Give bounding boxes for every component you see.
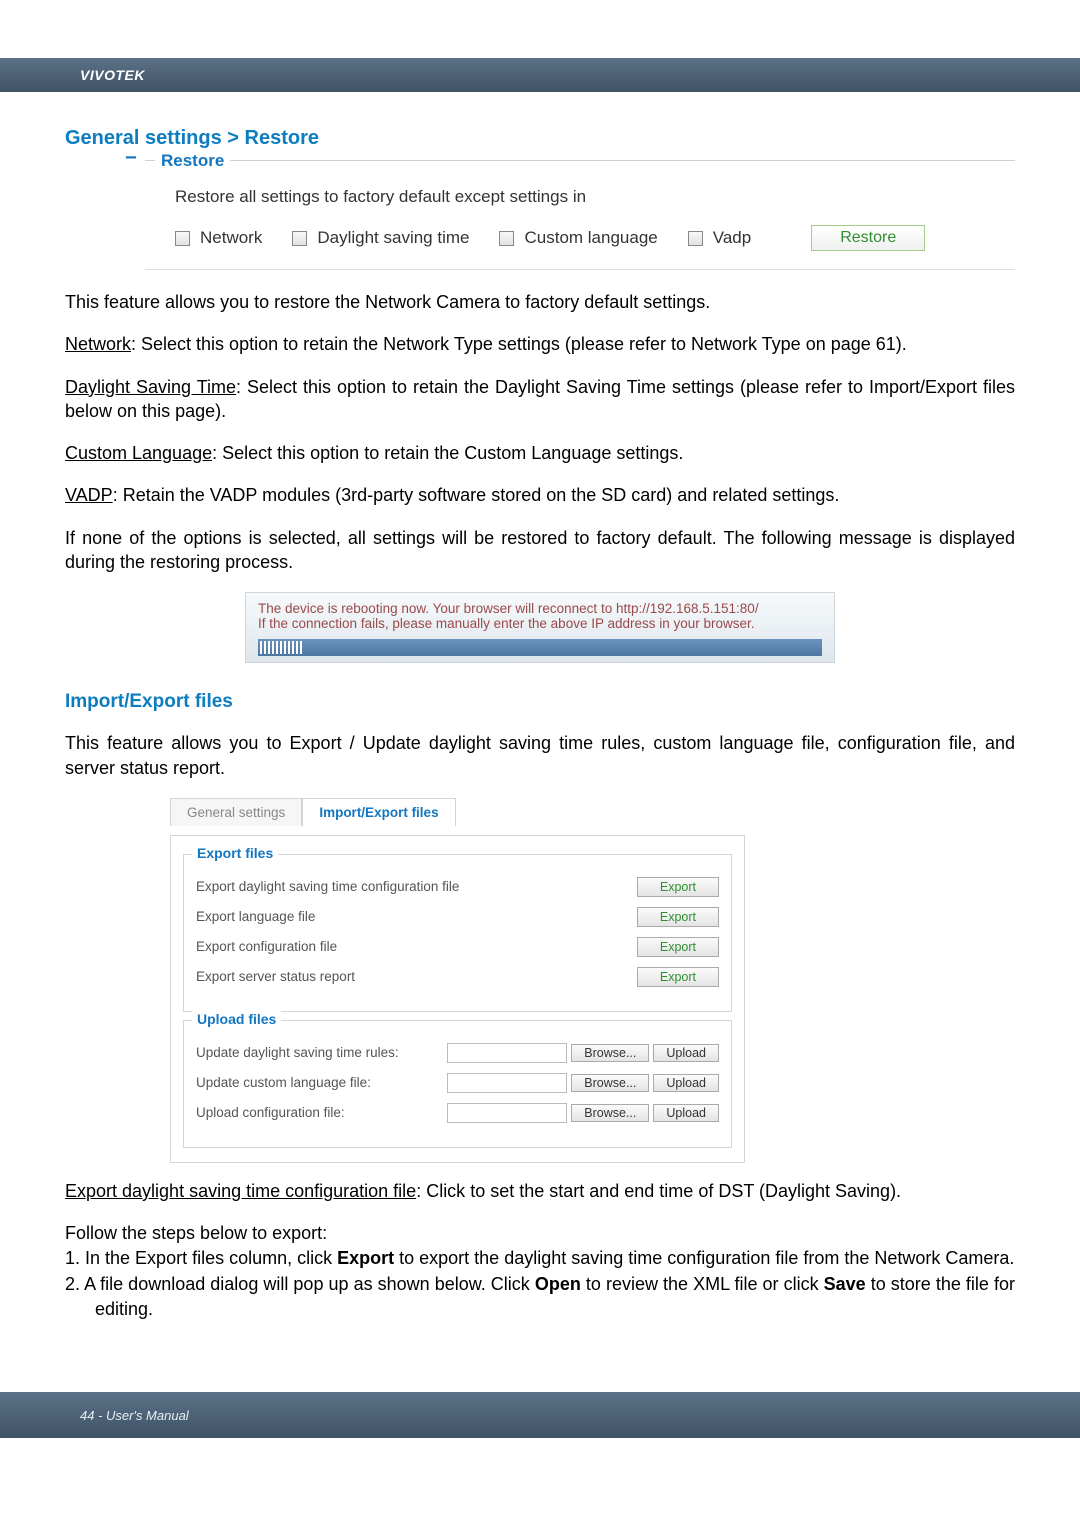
exp-dst-tail-u: Export daylight saving time configuratio…: [65, 1181, 416, 1201]
feature-intro: This feature allows you to restore the N…: [65, 290, 1015, 314]
upload-files-fieldset: Upload files Update daylight saving time…: [183, 1020, 732, 1148]
restore-legend: Restore: [155, 151, 230, 171]
export-dst-label: Export daylight saving time configuratio…: [196, 879, 637, 894]
reboot-message-box: The device is rebooting now. Your browse…: [245, 592, 835, 663]
tab-strip: General settings Import/Export files: [170, 798, 1015, 826]
reboot-progressbar: [258, 639, 822, 656]
tab-import-export[interactable]: Import/Export files: [302, 798, 455, 826]
step-1: 1. In the Export files column, click Exp…: [65, 1246, 1015, 1271]
vadp-checkbox-label: Vadp: [713, 228, 751, 248]
reboot-line2: If the connection fails, please manually…: [258, 616, 822, 631]
brand-label: VIVOTEK: [80, 67, 145, 83]
import-export-panel: Export files Export daylight saving time…: [170, 835, 745, 1163]
restore-button[interactable]: Restore: [811, 225, 925, 251]
export-lang-label: Export language file: [196, 909, 637, 924]
dst-checkbox-label: Daylight saving time: [317, 228, 469, 248]
collapse-icon: −: [125, 147, 137, 170]
export-lang-button[interactable]: Export: [637, 907, 719, 927]
import-export-heading: Import/Export files: [65, 691, 1015, 713]
upload-config-label: Upload configuration file:: [196, 1105, 447, 1120]
upload-config-upload-button[interactable]: Upload: [653, 1104, 719, 1122]
export-status-label: Export server status report: [196, 969, 637, 984]
exp-dst-tail: Export daylight saving time configuratio…: [65, 1179, 1015, 1203]
dst-checkbox[interactable]: [292, 231, 307, 246]
export-config-button[interactable]: Export: [637, 937, 719, 957]
lang-para: Custom Language: Select this option to r…: [65, 441, 1015, 465]
upload-dst-browse-button[interactable]: Browse...: [571, 1044, 649, 1062]
export-dst-button[interactable]: Export: [637, 877, 719, 897]
upload-lang-browse-button[interactable]: Browse...: [571, 1074, 649, 1092]
upload-lang-upload-button[interactable]: Upload: [653, 1074, 719, 1092]
vadp-para: VADP: Retain the VADP modules (3rd-party…: [65, 483, 1015, 507]
export-files-legend: Export files: [192, 845, 278, 861]
restore-box: − Restore Restore all settings to factor…: [145, 160, 1015, 270]
network-para: Network: Select this option to retain th…: [65, 332, 1015, 356]
upload-dst-input[interactable]: [447, 1043, 567, 1063]
step-2: 2. A file download dialog will pop up as…: [65, 1272, 1015, 1322]
dst-para: Daylight Saving Time: Select this option…: [65, 375, 1015, 424]
exp-dst-tail-t: : Click to set the start and end time of…: [416, 1181, 901, 1201]
import-export-intro: This feature allows you to Export / Upda…: [65, 731, 1015, 780]
footer-band: 44 - User's Manual: [0, 1392, 1080, 1438]
s2b: Open: [535, 1274, 581, 1294]
tab-general-settings[interactable]: General settings: [170, 798, 302, 826]
vadp-u: VADP: [65, 485, 113, 505]
upload-dst-label: Update daylight saving time rules:: [196, 1045, 447, 1060]
s2d: Save: [824, 1274, 866, 1294]
network-checkbox[interactable]: [175, 231, 190, 246]
vadp-t: : Retain the VADP modules (3rd-party sof…: [113, 485, 840, 505]
lang-checkbox-label: Custom language: [524, 228, 657, 248]
upload-lang-input[interactable]: [447, 1073, 567, 1093]
restore-intro: Restore all settings to factory default …: [175, 187, 1005, 207]
s2a: 2. A file download dialog will pop up as…: [65, 1274, 535, 1294]
none-para: If none of the options is selected, all …: [65, 526, 1015, 575]
s1b: Export: [337, 1248, 394, 1268]
lang-u: Custom Language: [65, 443, 212, 463]
page-number: 44 - User's Manual: [80, 1408, 189, 1423]
upload-files-legend: Upload files: [192, 1011, 281, 1027]
follow-steps: Follow the steps below to export:: [65, 1221, 1015, 1246]
network-checkbox-label: Network: [200, 228, 262, 248]
network-u: Network: [65, 334, 131, 354]
upload-config-input[interactable]: [447, 1103, 567, 1123]
vadp-checkbox[interactable]: [688, 231, 703, 246]
lang-checkbox[interactable]: [499, 231, 514, 246]
network-t: : Select this option to retain the Netwo…: [131, 334, 907, 354]
s2c: to review the XML file or click: [581, 1274, 824, 1294]
reboot-line1: The device is rebooting now. Your browse…: [258, 601, 822, 616]
export-config-label: Export configuration file: [196, 939, 637, 954]
dst-u: Daylight Saving Time: [65, 377, 236, 397]
steps-list: 1. In the Export files column, click Exp…: [65, 1246, 1015, 1322]
export-status-button[interactable]: Export: [637, 967, 719, 987]
section-title: General settings > Restore: [65, 127, 1015, 150]
upload-lang-label: Update custom language file:: [196, 1075, 447, 1090]
lang-t: : Select this option to retain the Custo…: [212, 443, 683, 463]
upload-dst-upload-button[interactable]: Upload: [653, 1044, 719, 1062]
s1a: 1. In the Export files column, click: [65, 1248, 337, 1268]
export-files-fieldset: Export files Export daylight saving time…: [183, 854, 732, 1012]
s1c: to export the daylight saving time confi…: [394, 1248, 1014, 1268]
header-band: VIVOTEK: [0, 58, 1080, 92]
upload-config-browse-button[interactable]: Browse...: [571, 1104, 649, 1122]
